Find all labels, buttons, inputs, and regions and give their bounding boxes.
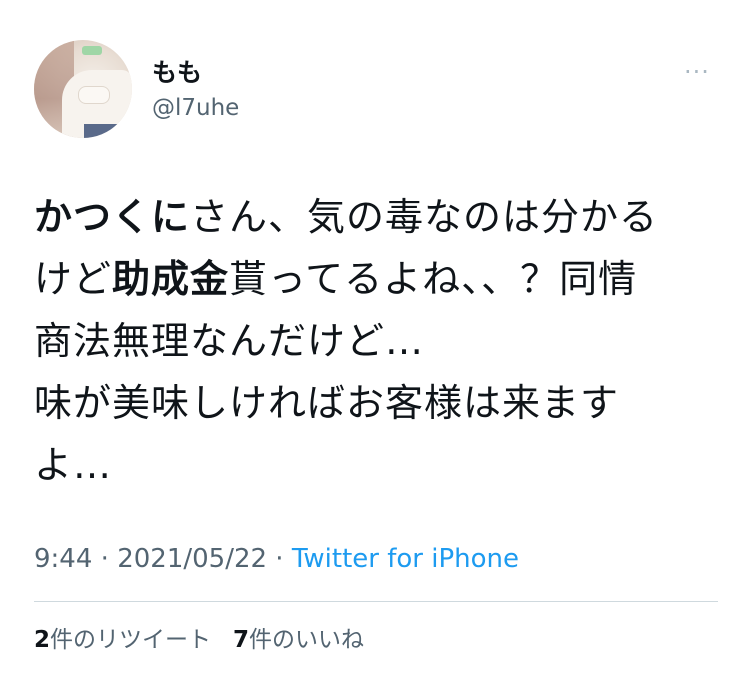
- tweet-date[interactable]: 2021/05/22: [117, 544, 267, 574]
- avatar-skirt: [84, 124, 124, 138]
- tweet-line-3: 商法無理なんだけど…: [34, 319, 425, 363]
- retweets-link[interactable]: 2件のリツイート: [34, 627, 211, 653]
- retweet-count: 2: [34, 627, 51, 653]
- avatar[interactable]: [34, 40, 132, 138]
- meta-separator: ·: [267, 544, 292, 574]
- avatar-tag: [82, 46, 102, 55]
- divider: [34, 601, 718, 602]
- tweet-bold-subsidy: 助成金: [112, 257, 230, 301]
- user-handle[interactable]: @l7uhe: [152, 94, 239, 122]
- tweet-line-2-pre: けど: [34, 257, 113, 301]
- tweet-stats: 2件のリツイート 7件のいいね: [34, 625, 364, 655]
- tweet-time[interactable]: 9:44: [34, 544, 92, 574]
- tweet-line-2-post: 貰ってるよね、、？同情: [229, 257, 638, 301]
- tweet-source-link[interactable]: Twitter for iPhone: [292, 544, 519, 574]
- tweet-meta: 9:44 · 2021/05/22 · Twitter for iPhone: [34, 542, 519, 576]
- tweet-line-5: よ…: [34, 443, 113, 487]
- more-icon[interactable]: ···: [684, 60, 710, 84]
- tweet-line-4: 味が美味しければお客様は来ます: [34, 381, 620, 425]
- like-count: 7: [233, 627, 250, 653]
- tweet-line-2: けど助成金貰ってるよね、、？同情: [34, 248, 714, 310]
- tweet-bold-name: かつくに: [34, 195, 191, 239]
- tweet-line-1: かつくにさん、気の毒なのは分かる: [34, 186, 714, 248]
- meta-separator: ·: [92, 544, 118, 574]
- retweet-label: 件のリツイート: [50, 627, 212, 653]
- avatar-bow: [78, 86, 110, 104]
- tweet-text: かつくにさん、気の毒なのは分かる けど助成金貰ってるよね、、？同情 商法無理なん…: [34, 186, 714, 496]
- likes-link[interactable]: 7件のいいね: [233, 627, 364, 653]
- display-name[interactable]: もも: [152, 58, 202, 88]
- like-label: 件のいいね: [249, 627, 365, 653]
- tweet-line-1-rest: さん、気の毒なのは分かる: [190, 195, 659, 239]
